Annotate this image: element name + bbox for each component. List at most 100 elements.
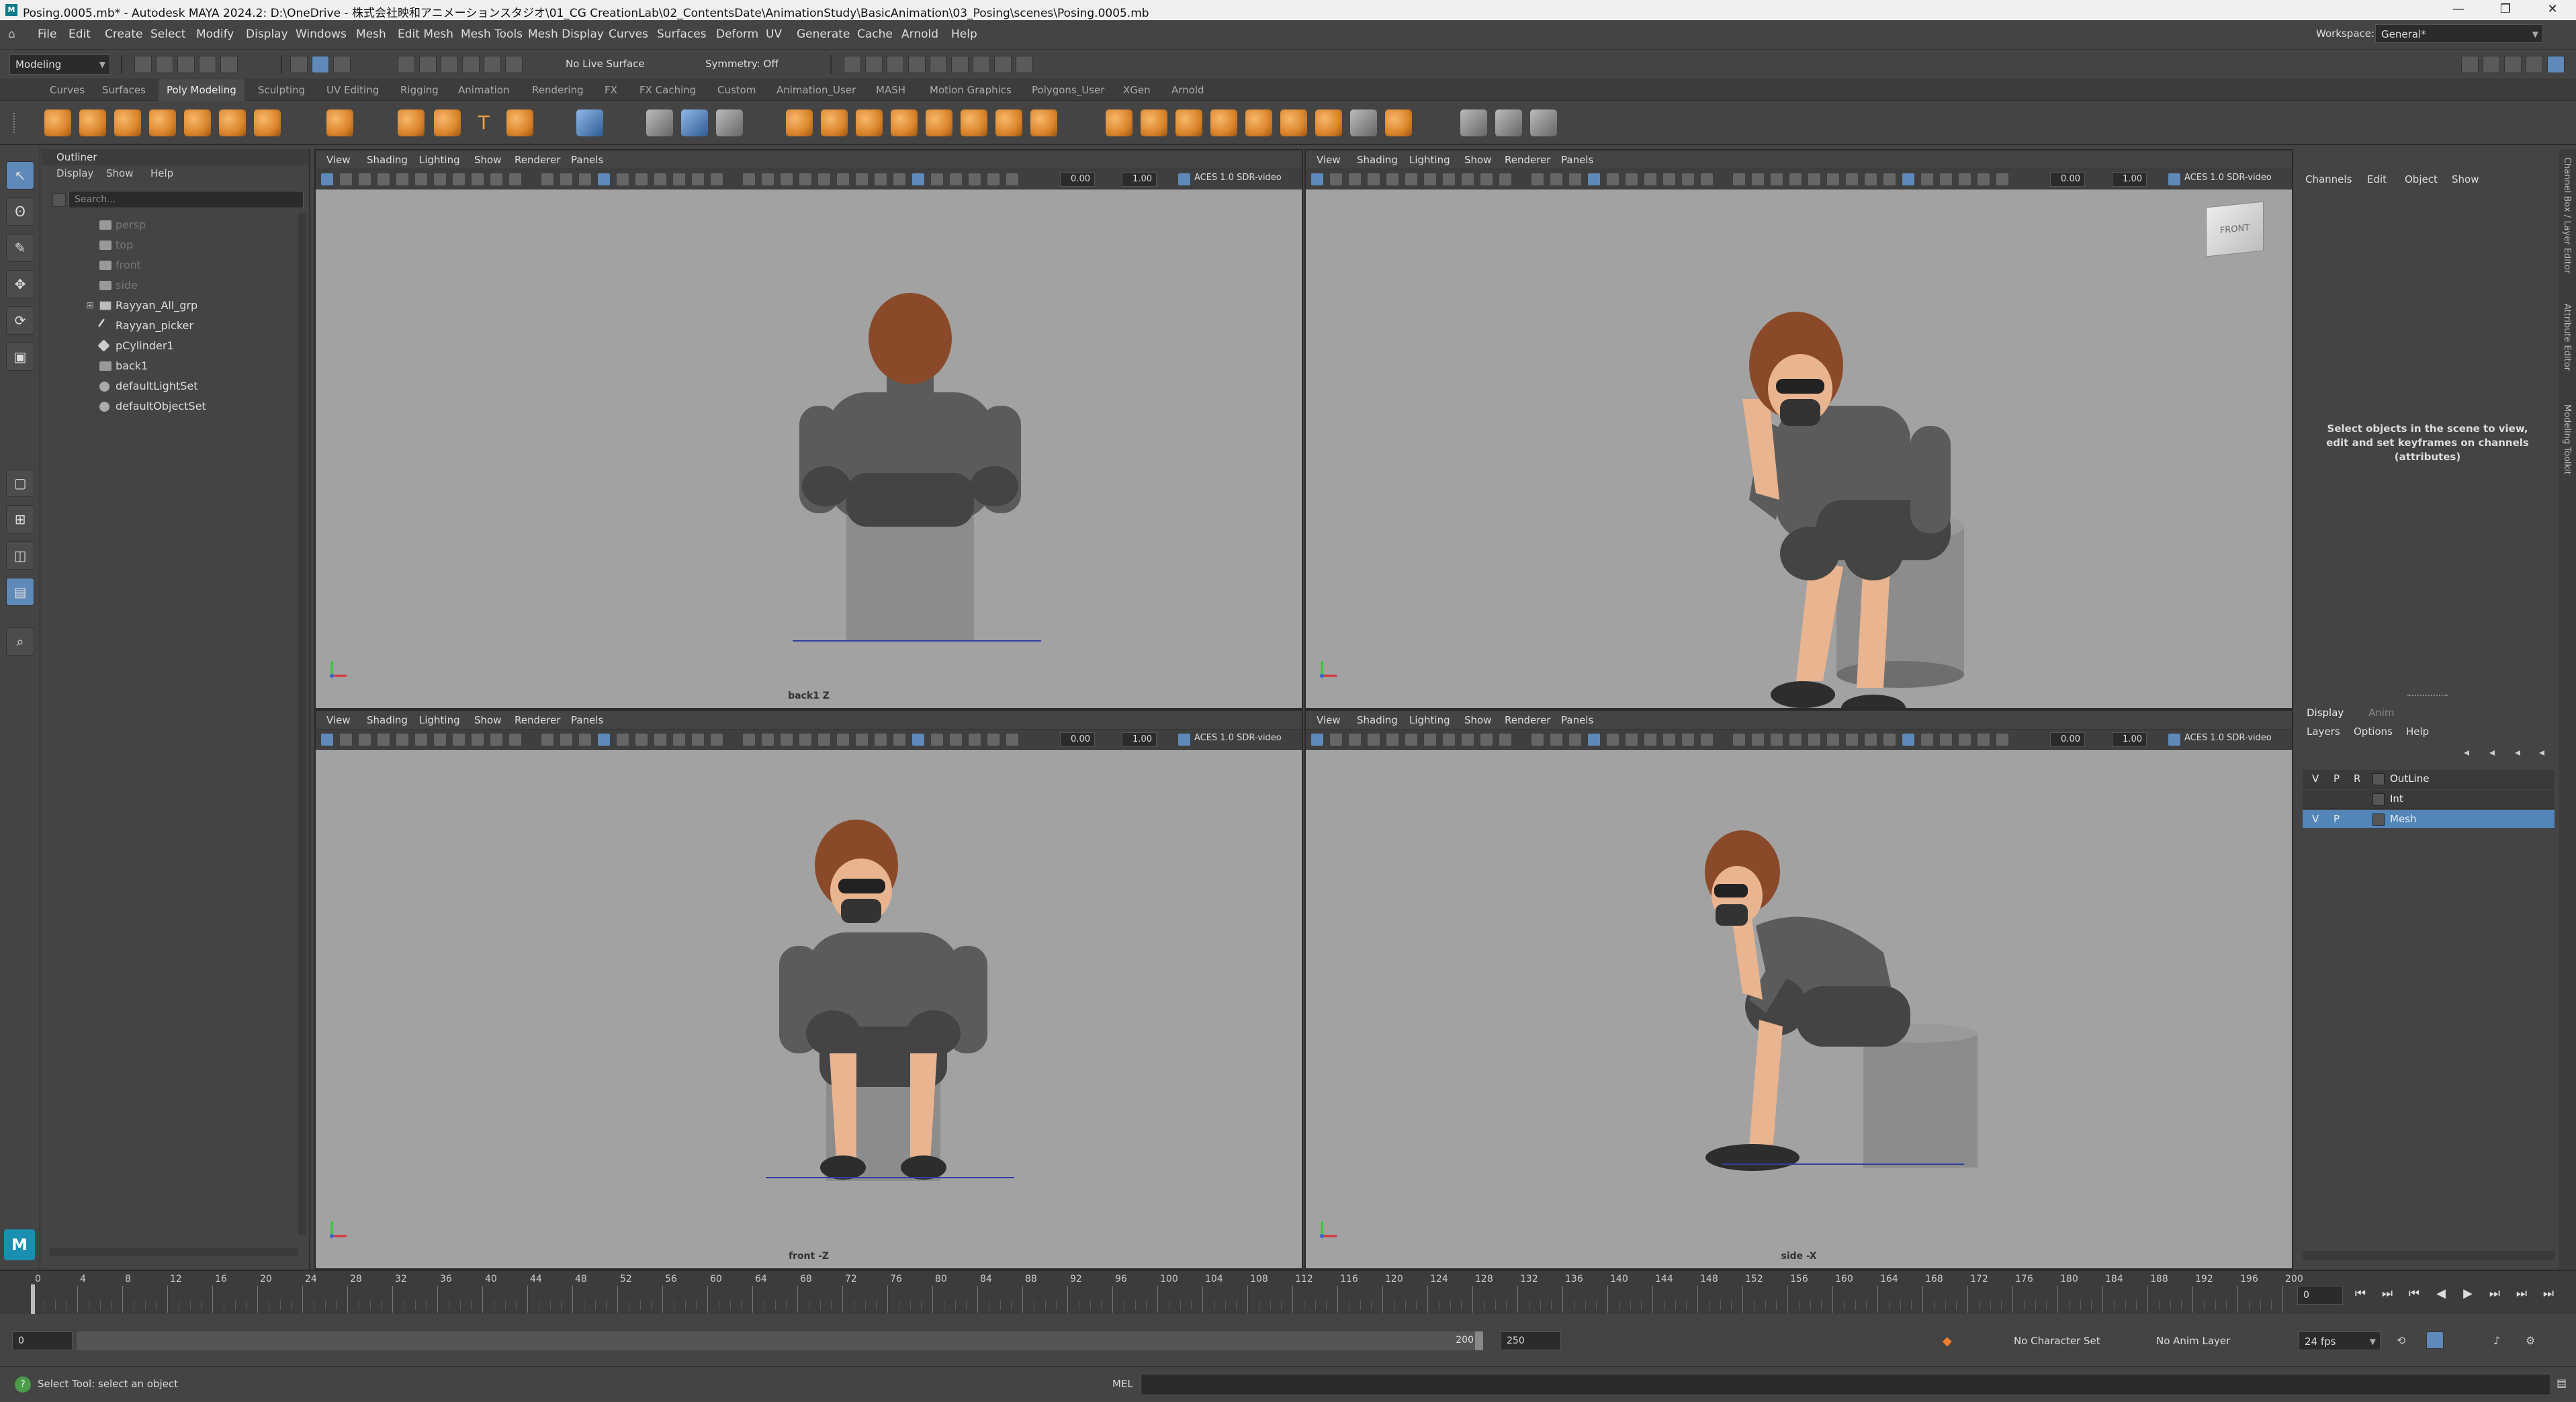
outliner-item[interactable]: persp (69, 215, 304, 235)
minimize-button[interactable]: — (2435, 0, 2482, 20)
outliner-hscrollbar[interactable] (50, 1248, 298, 1256)
snap-point-icon[interactable] (441, 56, 458, 73)
cache-playback-icon[interactable] (2426, 1331, 2444, 1349)
viewport-tool-icon[interactable] (1827, 173, 1839, 185)
reduce-icon[interactable] (961, 109, 987, 136)
channel-menu-channels[interactable]: Channels (2305, 173, 2352, 185)
layer-visible-toggle[interactable]: V (2312, 813, 2319, 825)
viewport-side[interactable]: View Shading Lighting Show Renderer Panels 0.0… (1304, 709, 2293, 1270)
viewport-tool-icon[interactable] (893, 734, 905, 746)
layer-menu-help[interactable]: Help (2406, 726, 2429, 738)
render-frame-icon[interactable] (865, 56, 883, 73)
menu-help[interactable]: Help (951, 28, 977, 41)
snap-view-icon[interactable] (462, 56, 480, 73)
range-slider[interactable] (77, 1331, 1480, 1350)
viewport-menu-renderer[interactable]: Renderer (515, 714, 560, 726)
tool-settings-icon[interactable] (2504, 56, 2522, 73)
viewport-tool-icon[interactable] (1405, 734, 1417, 746)
viewport-tool-icon[interactable] (692, 173, 704, 185)
viewport-tool-icon[interactable] (340, 173, 352, 185)
viewport-tool-icon[interactable] (598, 734, 610, 746)
menu-uv[interactable]: UV (766, 28, 782, 41)
platonic-solid-icon[interactable] (326, 109, 353, 136)
go-to-end-icon[interactable]: ⏭ (2539, 1284, 2558, 1303)
channel-menu-show[interactable]: Show (2452, 173, 2479, 185)
modeling-toolkit-icon[interactable] (2526, 56, 2543, 73)
viewport-tool-icon[interactable] (893, 173, 905, 185)
viewport-menu-show[interactable]: Show (1464, 714, 1491, 726)
side-tab-channel-box[interactable]: Channel Box / Layer Editor (2562, 157, 2572, 273)
viewport-tool-icon[interactable] (598, 173, 610, 185)
shelf-tab-surfaces[interactable]: Surfaces (94, 79, 154, 101)
time-slider[interactable]: 0 4 8 12 16 20 24 28 32 36 40 44 48 52 56 60 64 68 72 76 80 8… (0, 1270, 2576, 1314)
connect-icon[interactable] (1315, 109, 1342, 136)
layer-color-swatch[interactable] (2372, 793, 2385, 805)
shelf-tab-fx[interactable]: FX (596, 79, 625, 101)
viewport-tool-icon[interactable] (1808, 734, 1820, 746)
view-cube[interactable]: FRONT (2206, 201, 2264, 257)
outliner-item[interactable]: top (69, 235, 304, 255)
layer-playback-toggle[interactable]: P (2334, 813, 2340, 825)
outliner-menu-show[interactable]: Show (106, 167, 133, 179)
viewport-tool-icon[interactable] (1607, 173, 1619, 185)
viewport-tool-icon[interactable] (453, 173, 465, 185)
new-layer-icon[interactable]: ◂ (2515, 746, 2520, 758)
viewport-menu-shading[interactable]: Shading (1357, 154, 1398, 166)
viewport-tool-icon[interactable] (1405, 173, 1417, 185)
viewport-tool-icon[interactable] (453, 734, 465, 746)
play-forward-icon[interactable]: ▶ (2458, 1284, 2477, 1303)
playhead[interactable] (31, 1284, 35, 1314)
viewport-tool-icon[interactable] (509, 173, 521, 185)
boolean-union-icon[interactable] (786, 109, 813, 136)
close-button[interactable]: ✕ (2529, 0, 2576, 20)
viewport-tool-icon[interactable] (969, 173, 981, 185)
viewport-tool-icon[interactable] (1682, 734, 1694, 746)
viewport-tool-icon[interactable] (856, 173, 868, 185)
viewport-tool-icon[interactable] (1978, 734, 1990, 746)
viewport-tool-icon[interactable] (1808, 173, 1820, 185)
viewport-tool-icon[interactable] (617, 734, 629, 746)
shelf-tab-rendering[interactable]: Rendering (524, 79, 592, 101)
viewport-tool-icon[interactable] (1846, 173, 1858, 185)
viewport-menu-view[interactable]: View (326, 154, 351, 166)
color-management-icon[interactable] (2168, 173, 2180, 185)
viewport-menu-shading[interactable]: Shading (367, 714, 408, 726)
viewport-front[interactable]: View Shading Lighting Show Renderer Panels 0.0… (314, 709, 1303, 1270)
viewport-tool-icon[interactable] (1752, 734, 1764, 746)
menu-select[interactable]: Select (150, 28, 185, 41)
exposure-field[interactable]: 0.00 (2050, 732, 2085, 747)
viewport-tool-icon[interactable] (635, 734, 648, 746)
color-management-icon[interactable] (1178, 734, 1190, 746)
shelf-tab-uv-editing[interactable]: UV Editing (318, 79, 387, 101)
range-end-handle[interactable] (1475, 1331, 1483, 1350)
viewport-tool-icon[interactable] (1386, 173, 1398, 185)
menu-set-dropdown[interactable]: Modeling ▼ (9, 54, 110, 75)
viewport-menu-panels[interactable]: Panels (571, 154, 603, 166)
character-model[interactable] (692, 265, 1162, 709)
shelf-tab-mash[interactable]: MASH (868, 79, 914, 101)
viewport-tool-icon[interactable] (987, 173, 1000, 185)
quad-draw-icon[interactable] (1530, 109, 1557, 136)
viewport-tool-icon[interactable] (617, 173, 629, 185)
symmetry-dropdown[interactable]: Symmetry: Off (700, 54, 814, 75)
gamma-field[interactable]: 1.00 (1122, 732, 1157, 747)
viewport-tool-icon[interactable] (579, 173, 591, 185)
viewport-tool-icon[interactable] (541, 734, 553, 746)
viewport-menu-view[interactable]: View (326, 714, 351, 726)
sound-icon[interactable]: ♪ (2493, 1334, 2500, 1347)
side-tab-attribute-editor[interactable]: Attribute Editor (2562, 304, 2572, 371)
viewport-tool-icon[interactable] (1424, 173, 1436, 185)
viewport-tool-icon[interactable] (1330, 173, 1342, 185)
viewport-tool-icon[interactable] (1531, 734, 1544, 746)
super-shape-icon[interactable] (398, 109, 425, 136)
channel-toggle-icon[interactable] (2461, 56, 2479, 73)
viewport-tool-icon[interactable] (472, 734, 484, 746)
merge-icon[interactable] (1385, 109, 1412, 136)
viewport-tool-icon[interactable] (1588, 734, 1600, 746)
viewport-tool-icon[interactable] (1771, 734, 1783, 746)
menu-windows[interactable]: Windows (296, 28, 347, 41)
fill-hole-icon[interactable] (1245, 109, 1272, 136)
select-hierarchy-icon[interactable] (290, 56, 308, 73)
menu-file[interactable]: File (38, 28, 56, 41)
viewport-tool-icon[interactable] (1733, 734, 1745, 746)
